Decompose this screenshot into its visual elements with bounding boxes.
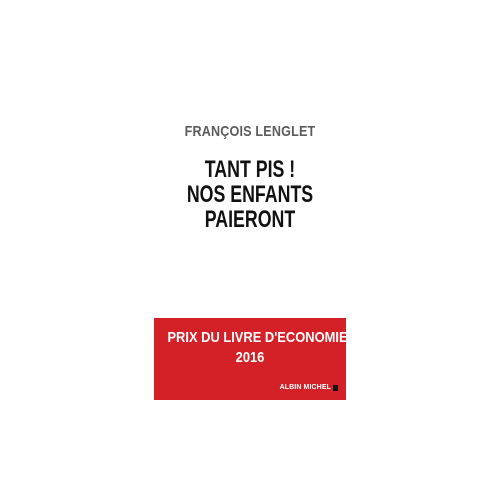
prize-text: PRIX DU LIVRE D'ECONOMIE 2016 xyxy=(167,328,346,368)
title-line-2: NOS ENFANTS xyxy=(186,181,314,208)
book-title: TANT PIS ! NOS ENFANTS PAIERONT xyxy=(179,157,321,232)
publisher-square-icon xyxy=(333,384,338,391)
title-line-1: TANT PIS ! xyxy=(204,156,296,183)
publisher-logo: ALBIN MICHEL xyxy=(280,384,338,391)
book-cover: FRANÇOIS LENGLET TANT PIS ! NOS ENFANTS … xyxy=(154,99,346,400)
publisher-name: ALBIN MICHEL xyxy=(279,384,331,391)
page-background: FRANÇOIS LENGLET TANT PIS ! NOS ENFANTS … xyxy=(0,0,500,500)
prize-line-2: 2016 xyxy=(235,349,265,366)
prize-line-1: PRIX DU LIVRE D'ECONOMIE xyxy=(167,329,346,346)
author-name: FRANÇOIS LENGLET xyxy=(184,123,316,140)
title-line-3: PAIERONT xyxy=(204,206,296,233)
prize-band: PRIX DU LIVRE D'ECONOMIE 2016 ALBIN MICH… xyxy=(154,318,346,400)
